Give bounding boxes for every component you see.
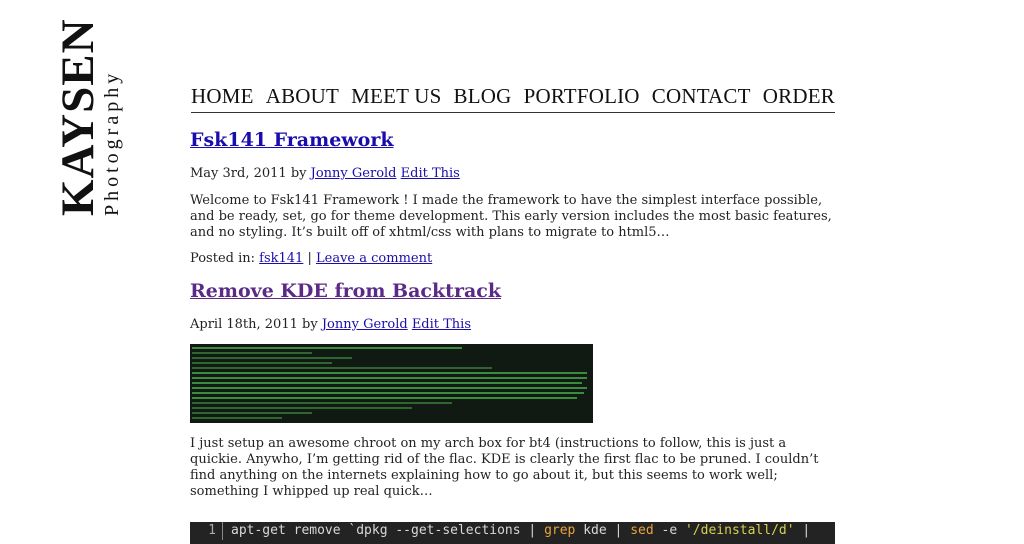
nav-contact[interactable]: CONTACT — [652, 84, 751, 108]
code-sed: sed — [630, 523, 654, 538]
terminal-screenshot[interactable] — [190, 344, 593, 423]
post-title-link[interactable]: Fsk141 Framework — [190, 129, 394, 151]
code-text: -e — [653, 523, 685, 538]
line-number: 1 — [190, 522, 223, 540]
nav-home[interactable]: HOME — [191, 84, 254, 108]
main-nav: HOME ABOUT MEET US BLOG PORTFOLIO CONTAC… — [191, 84, 835, 113]
post-date: April 18th, 2011 by — [190, 317, 318, 332]
post-title: Fsk141 Framework — [190, 126, 840, 154]
nav-order[interactable]: ORDER — [763, 84, 835, 108]
code-text: | — [794, 523, 811, 538]
nav-about[interactable]: ABOUT — [266, 84, 339, 108]
post-excerpt: I just setup an awesome chroot on my arc… — [190, 436, 819, 499]
nav-portfolio[interactable]: PORTFOLIO — [524, 84, 640, 108]
edit-link[interactable]: Edit This — [412, 317, 471, 332]
logo-title: KAYSEN — [52, 18, 104, 216]
post: Fsk141 Framework May 3rd, 2011 by Jonny … — [190, 126, 840, 268]
post-title-link[interactable]: Remove KDE from Backtrack — [190, 280, 501, 302]
post-list: Fsk141 Framework May 3rd, 2011 by Jonny … — [190, 126, 840, 500]
post-footer: Posted in: fsk141 | Leave a comment — [190, 250, 840, 268]
code-text: kde | — [575, 523, 631, 538]
comment-link[interactable]: Leave a comment — [316, 251, 432, 266]
code-grep: grep — [544, 523, 576, 538]
nav-meet-us[interactable]: MEET US — [351, 84, 441, 108]
post: Remove KDE from Backtrack April 18th, 20… — [190, 277, 840, 500]
posted-in-label: Posted in: — [190, 251, 255, 266]
logo-subtitle: Photography — [101, 69, 123, 216]
category-link[interactable]: fsk141 — [259, 251, 303, 266]
nav-blog[interactable]: BLOG — [454, 84, 512, 108]
author-link[interactable]: Jonny Gerold — [311, 166, 397, 181]
post-excerpt: Welcome to Fsk141 Framework ! I made the… — [190, 193, 832, 240]
post-meta: April 18th, 2011 by Jonny Gerold Edit Th… — [190, 316, 840, 334]
post-date: May 3rd, 2011 by — [190, 166, 307, 181]
post-meta: May 3rd, 2011 by Jonny Gerold Edit This — [190, 165, 840, 183]
separator: | — [307, 251, 312, 266]
edit-link[interactable]: Edit This — [401, 166, 460, 181]
code-block: 1 apt-get remove `dpkg --get-selections |… — [190, 522, 835, 544]
code-text: apt-get remove `dpkg --get-selections | — [231, 523, 545, 538]
code-string: '/deinstall/d' — [684, 523, 795, 538]
author-link[interactable]: Jonny Gerold — [322, 317, 408, 332]
post-title: Remove KDE from Backtrack — [190, 277, 840, 305]
site-logo[interactable]: KAYSEN Photography — [52, 18, 124, 220]
